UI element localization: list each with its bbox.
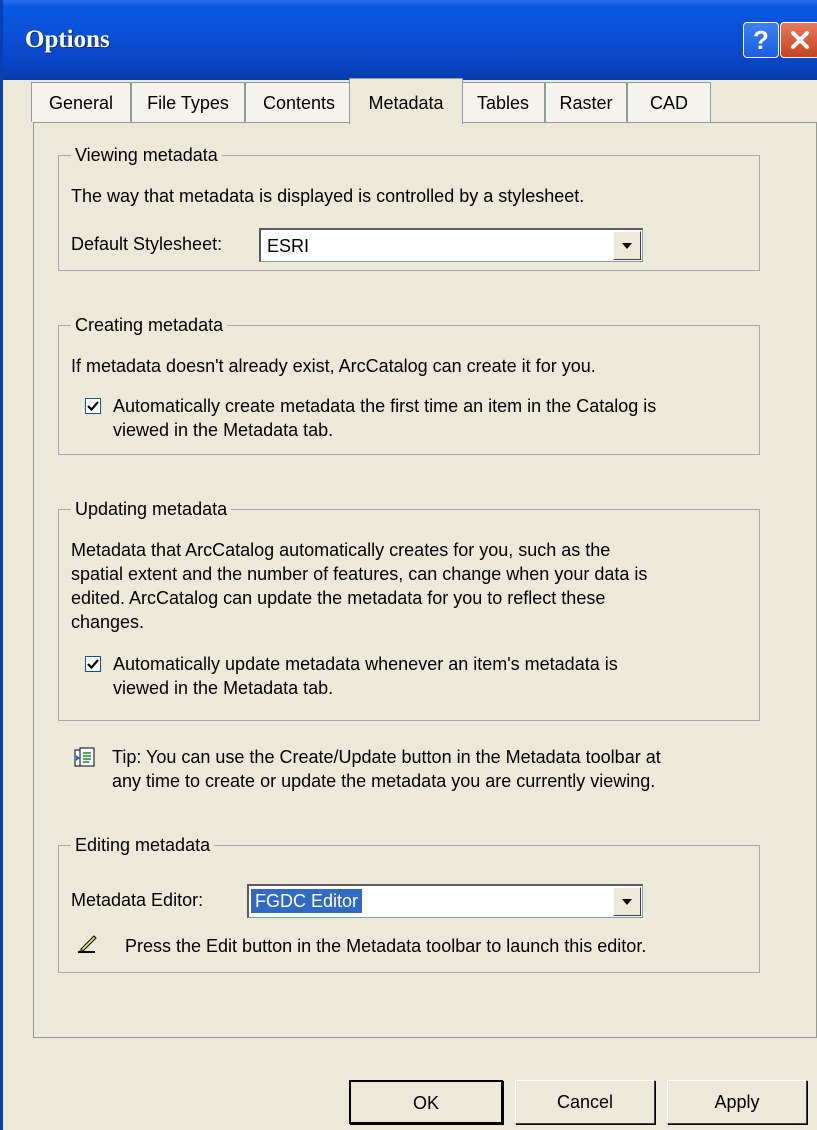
editor-hint: Press the Edit button in the Metadata to… [125, 936, 647, 956]
updating-description-line1: Metadata that ArcCatalog automatically c… [71, 540, 611, 560]
chevron-down-icon[interactable] [613, 887, 641, 916]
tip-line1: Tip: You can use the Create/Update butto… [112, 747, 661, 767]
tab-general[interactable]: General [31, 82, 131, 122]
close-button[interactable] [780, 22, 817, 58]
updating-description-line4: changes. [71, 612, 145, 632]
apply-button[interactable]: Apply [667, 1080, 807, 1124]
auto-create-label-line1[interactable]: Automatically create metadata the first … [113, 394, 656, 418]
auto-create-label-line2[interactable]: viewed in the Metadata tab. [113, 418, 333, 442]
tab-contents[interactable]: Contents [245, 82, 353, 122]
tab-metadata[interactable]: Metadata [349, 78, 463, 124]
tab-label: Contents [262, 93, 336, 113]
help-icon: ? [753, 24, 769, 55]
edit-metadata-icon [75, 932, 99, 956]
tab-label: Tables [476, 93, 530, 113]
tip-line2: any time to create or update the metadat… [112, 771, 656, 791]
auto-update-label-line2[interactable]: viewed in the Metadata tab. [113, 676, 333, 700]
title-bar[interactable]: Options ? [3, 0, 817, 80]
viewing-description: The way that metadata is displayed is co… [71, 186, 585, 206]
tab-label: General [48, 93, 114, 113]
tab-label: File Types [147, 93, 229, 113]
stylesheet-label: Default Stylesheet: [71, 234, 223, 254]
tab-label: CAD [649, 93, 688, 113]
editor-label: Metadata Editor: [71, 890, 204, 910]
cancel-label: Cancel [556, 1092, 614, 1112]
create-update-metadata-icon [74, 747, 96, 769]
updating-description-line3: edited. ArcCatalog can update the metada… [71, 588, 606, 608]
cancel-button[interactable]: Cancel [515, 1080, 655, 1124]
ok-label: OK [412, 1093, 439, 1113]
auto-create-checkbox[interactable] [85, 398, 101, 414]
ok-button[interactable]: OK [349, 1080, 503, 1124]
metadata-tab-panel: Viewing metadata The way that metadata i… [33, 122, 817, 1038]
options-dialog: Options ? General File Types Contents Me… [0, 0, 817, 1130]
metadata-editor-dropdown[interactable]: FGDC Editor [247, 884, 643, 918]
editor-value: FGDC Editor [249, 888, 364, 914]
tab-tables[interactable]: Tables [461, 82, 545, 122]
chevron-down-icon[interactable] [613, 231, 641, 260]
updating-metadata-group: Updating metadata Metadata that ArcCatal… [58, 498, 760, 721]
checkmark-icon [87, 401, 99, 412]
editing-metadata-group: Editing metadata Metadata Editor: FGDC E… [58, 834, 760, 973]
group-title: Creating metadata [71, 314, 228, 336]
tab-label: Raster [559, 93, 613, 113]
stylesheet-dropdown[interactable]: ESRI [259, 228, 643, 262]
tab-label: Metadata [368, 93, 444, 113]
updating-description-line2: spatial extent and the number of feature… [71, 564, 648, 584]
tab-cad[interactable]: CAD [627, 82, 711, 122]
tab-file-types[interactable]: File Types [131, 82, 245, 122]
tab-raster[interactable]: Raster [545, 82, 627, 122]
group-title: Viewing metadata [71, 144, 222, 166]
creating-description: If metadata doesn't already exist, ArcCa… [71, 356, 596, 376]
help-button[interactable]: ? [743, 22, 779, 58]
group-title: Editing metadata [71, 834, 215, 856]
apply-label: Apply [714, 1092, 760, 1112]
close-icon [791, 31, 809, 49]
creating-metadata-group: Creating metadata If metadata doesn't al… [58, 314, 760, 455]
auto-update-checkbox[interactable] [85, 656, 101, 672]
window-title: Options [25, 26, 110, 53]
viewing-metadata-group: Viewing metadata The way that metadata i… [58, 144, 760, 271]
auto-update-label-line1[interactable]: Automatically update metadata whenever a… [113, 652, 618, 676]
group-title: Updating metadata [71, 498, 232, 520]
stylesheet-value: ESRI [267, 236, 310, 256]
checkmark-icon [87, 659, 99, 670]
